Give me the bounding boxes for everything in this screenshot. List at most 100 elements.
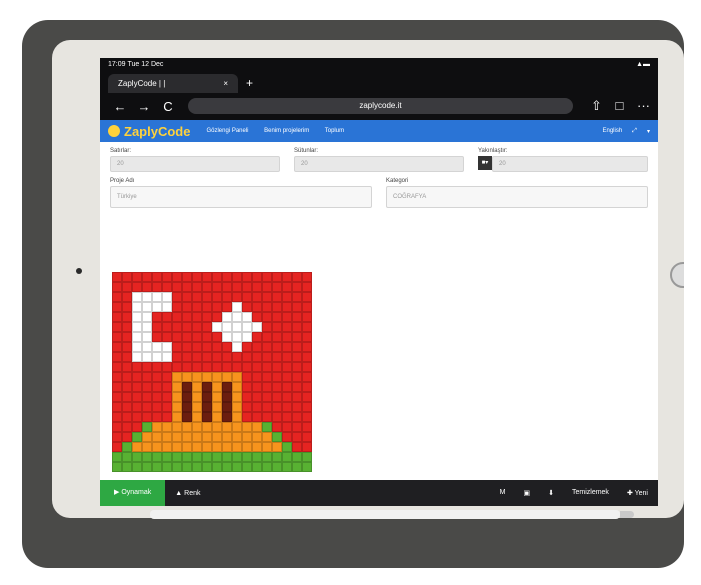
pixel-cell[interactable] xyxy=(212,392,222,402)
pixel-cell[interactable] xyxy=(152,322,162,332)
pixel-cell[interactable] xyxy=(212,382,222,392)
pixel-cell[interactable] xyxy=(282,282,292,292)
pixel-cell[interactable] xyxy=(252,372,262,382)
pixel-cell[interactable] xyxy=(282,372,292,382)
pixel-cell[interactable] xyxy=(252,432,262,442)
pixel-cell[interactable] xyxy=(142,412,152,422)
pixel-cell[interactable] xyxy=(242,422,252,432)
pixel-cell[interactable] xyxy=(242,392,252,402)
pixel-cell[interactable] xyxy=(202,452,212,462)
pixel-cell[interactable] xyxy=(212,282,222,292)
pixel-cell[interactable] xyxy=(272,362,282,372)
pixel-cell[interactable] xyxy=(222,342,232,352)
pixel-cell[interactable] xyxy=(262,442,272,452)
pixel-cell[interactable] xyxy=(162,422,172,432)
pixel-cell[interactable] xyxy=(132,362,142,372)
pixel-cell[interactable] xyxy=(122,442,132,452)
pixel-cell[interactable] xyxy=(192,342,202,352)
pixel-cell[interactable] xyxy=(262,462,272,472)
pixel-cell[interactable] xyxy=(292,452,302,462)
pixel-cell[interactable] xyxy=(292,292,302,302)
pixel-cell[interactable] xyxy=(172,332,182,342)
pixel-cell[interactable] xyxy=(162,452,172,462)
pixel-cell[interactable] xyxy=(232,392,242,402)
pixel-cell[interactable] xyxy=(142,342,152,352)
pixel-cell[interactable] xyxy=(172,302,182,312)
pixel-cell[interactable] xyxy=(272,312,282,322)
pixel-cell[interactable] xyxy=(272,382,282,392)
pixel-cell[interactable] xyxy=(302,382,312,392)
pixel-cell[interactable] xyxy=(202,342,212,352)
pixel-cell[interactable] xyxy=(232,322,242,332)
pixel-cell[interactable] xyxy=(212,292,222,302)
pixel-cell[interactable] xyxy=(272,292,282,302)
pixel-cell[interactable] xyxy=(152,312,162,322)
pixel-cell[interactable] xyxy=(112,312,122,322)
user-menu-icon[interactable]: ▾ xyxy=(647,128,650,135)
pixel-cell[interactable] xyxy=(222,272,232,282)
pixel-cell[interactable] xyxy=(302,362,312,372)
pixel-cell[interactable] xyxy=(252,272,262,282)
pixel-cell[interactable] xyxy=(132,272,142,282)
pixel-cell[interactable] xyxy=(202,432,212,442)
pixel-cell[interactable] xyxy=(292,352,302,362)
pixel-cell[interactable] xyxy=(162,442,172,452)
pixel-canvas[interactable] xyxy=(112,272,312,482)
pixel-cell[interactable] xyxy=(162,372,172,382)
reload-button[interactable]: C xyxy=(156,99,180,114)
pixel-cell[interactable] xyxy=(272,392,282,402)
fullscreen-icon[interactable]: ⤢ xyxy=(632,128,637,135)
pixel-cell[interactable] xyxy=(232,412,242,422)
pixel-cell[interactable] xyxy=(222,462,232,472)
pixel-cell[interactable] xyxy=(132,322,142,332)
pixel-cell[interactable] xyxy=(132,282,142,292)
pixel-cell[interactable] xyxy=(122,382,132,392)
pixel-cell[interactable] xyxy=(282,342,292,352)
play-button[interactable]: ▶ Oynamak xyxy=(100,480,166,506)
pixel-cell[interactable] xyxy=(142,322,152,332)
pixel-cell[interactable] xyxy=(232,272,242,282)
pixel-cell[interactable] xyxy=(242,282,252,292)
pixel-cell[interactable] xyxy=(292,362,302,372)
pixel-cell[interactable] xyxy=(112,382,122,392)
pixel-cell[interactable] xyxy=(222,362,232,372)
pixel-cell[interactable] xyxy=(252,442,262,452)
pixel-cell[interactable] xyxy=(132,332,142,342)
pixel-cell[interactable] xyxy=(242,302,252,312)
pixel-cell[interactable] xyxy=(132,412,142,422)
pixel-cell[interactable] xyxy=(112,302,122,312)
pixel-cell[interactable] xyxy=(182,412,192,422)
pixel-cell[interactable] xyxy=(182,362,192,372)
pixel-cell[interactable] xyxy=(122,292,132,302)
pixel-cell[interactable] xyxy=(292,412,302,422)
pixel-cell[interactable] xyxy=(232,462,242,472)
pixel-cell[interactable] xyxy=(122,352,132,362)
pixel-cell[interactable] xyxy=(262,342,272,352)
pixel-cell[interactable] xyxy=(282,432,292,442)
nav-item-dashboard[interactable]: Gözlengi Paneli xyxy=(206,128,248,134)
pixel-cell[interactable] xyxy=(252,362,262,372)
pixel-cell[interactable] xyxy=(282,332,292,342)
pixel-cell[interactable] xyxy=(252,452,262,462)
pixel-cell[interactable] xyxy=(302,332,312,342)
pixel-cell[interactable] xyxy=(192,332,202,342)
pixel-cell[interactable] xyxy=(162,402,172,412)
pixel-cell[interactable] xyxy=(272,412,282,422)
pixel-cell[interactable] xyxy=(272,302,282,312)
project-name-input[interactable]: Türkiye xyxy=(110,186,372,208)
nav-item-community[interactable]: Toplum xyxy=(325,128,344,134)
pixel-cell[interactable] xyxy=(302,432,312,442)
pixel-cell[interactable] xyxy=(212,442,222,452)
pixel-cell[interactable] xyxy=(242,382,252,392)
pixel-cell[interactable] xyxy=(282,302,292,312)
pixel-cell[interactable] xyxy=(202,462,212,472)
pixel-cell[interactable] xyxy=(142,432,152,442)
pixel-cell[interactable] xyxy=(152,292,162,302)
pixel-cell[interactable] xyxy=(242,372,252,382)
pixel-cell[interactable] xyxy=(172,292,182,302)
pixel-cell[interactable] xyxy=(272,332,282,342)
pixel-cell[interactable] xyxy=(112,342,122,352)
pixel-cell[interactable] xyxy=(202,412,212,422)
pixel-cell[interactable] xyxy=(192,372,202,382)
pixel-cell[interactable] xyxy=(172,282,182,292)
